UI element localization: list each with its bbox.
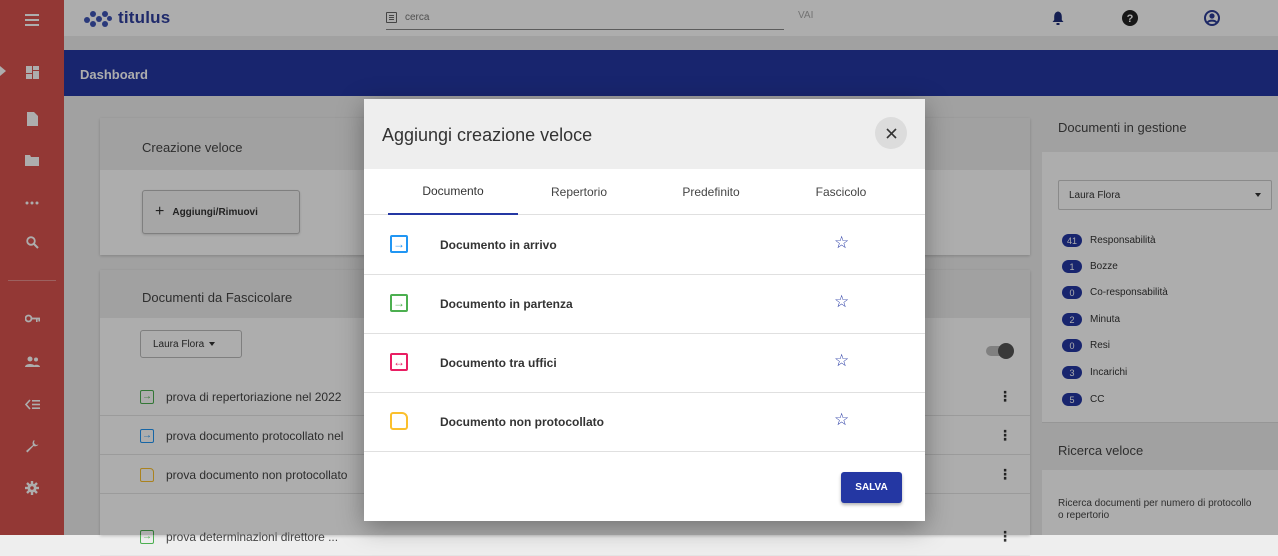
star-icon[interactable]: ☆	[834, 233, 849, 253]
quick-create-item[interactable]: ↔ Documento tra uffici ☆	[364, 334, 925, 393]
tab-repertorio[interactable]: Repertorio	[514, 169, 644, 215]
incoming-doc-icon: →	[390, 235, 408, 253]
item-label: Documento in partenza	[440, 297, 573, 311]
item-label: Documento in arrivo	[440, 238, 557, 252]
close-button[interactable]	[875, 117, 907, 149]
tab-predefinito[interactable]: Predefinito	[646, 169, 776, 215]
tab-fascicolo[interactable]: Fascicolo	[776, 169, 906, 215]
add-quick-create-dialog: Aggiungi creazione veloce Documento Repe…	[364, 99, 925, 521]
quick-create-item[interactable]: → Documento in arrivo ☆	[364, 216, 925, 275]
dialog-header: Aggiungi creazione veloce	[364, 99, 925, 169]
close-icon	[885, 127, 897, 139]
dialog-tabs: Documento Repertorio Predefinito Fascico…	[364, 169, 925, 215]
tab-documento[interactable]: Documento	[388, 169, 518, 215]
item-label: Documento tra uffici	[440, 356, 557, 370]
outgoing-doc-icon: →	[390, 294, 408, 312]
dialog-title: Aggiungi creazione veloce	[382, 125, 593, 145]
internal-doc-icon: ↔	[390, 353, 408, 371]
unregistered-doc-icon	[390, 412, 408, 430]
save-button[interactable]: SALVA	[841, 472, 902, 503]
item-label: Documento non protocollato	[440, 415, 604, 429]
quick-create-item[interactable]: Documento non protocollato ☆	[364, 393, 925, 452]
star-icon[interactable]: ☆	[834, 351, 849, 371]
quick-create-item[interactable]: → Documento in partenza ☆	[364, 275, 925, 334]
star-icon[interactable]: ☆	[834, 410, 849, 430]
star-icon[interactable]: ☆	[834, 292, 849, 312]
